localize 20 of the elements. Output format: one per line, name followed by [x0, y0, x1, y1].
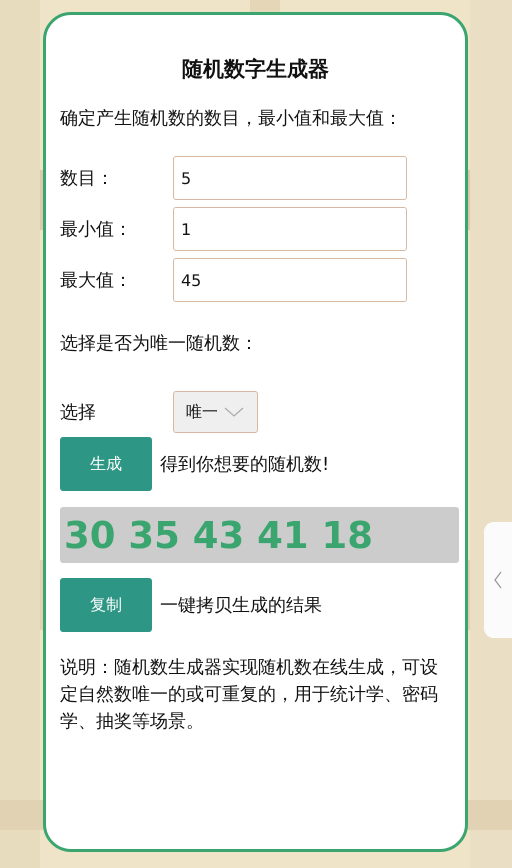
input-field[interactable]: 1 — [173, 207, 407, 251]
select-label: 选择 — [60, 401, 97, 424]
copy-hint: 一键拷贝生成的结果 — [160, 594, 322, 618]
page-title: 随机数字生成器 — [181, 56, 330, 83]
copy-button[interactable]: 复制 — [60, 578, 152, 632]
field-label: 最大值： — [60, 269, 133, 292]
generate-hint: 得到你想要的随机数! — [160, 452, 330, 476]
intro-text: 确定产生随机数的数目，最小值和最大值： — [60, 107, 403, 131]
generate-button[interactable]: 生成 — [60, 437, 152, 491]
unique-prompt: 选择是否为唯一随机数： — [60, 332, 259, 356]
field-label: 最小值： — [60, 218, 133, 241]
chevron-down-icon — [224, 407, 244, 417]
side-panel-tab[interactable] — [484, 522, 512, 638]
description-text: 说明：随机数生成器实现随机数在线生成，可设定自然数唯一的或可重复的，用于统计学、密码学、抽奖等场景。 — [60, 656, 439, 734]
unique-dropdown[interactable]: 唯一 — [173, 391, 258, 433]
input-field[interactable]: 45 — [173, 258, 407, 302]
result-display: 30 35 43 41 18 — [60, 507, 459, 563]
chevron-left-icon — [493, 571, 503, 589]
input-field[interactable]: 5 — [173, 156, 407, 200]
field-label: 数目： — [60, 167, 115, 190]
